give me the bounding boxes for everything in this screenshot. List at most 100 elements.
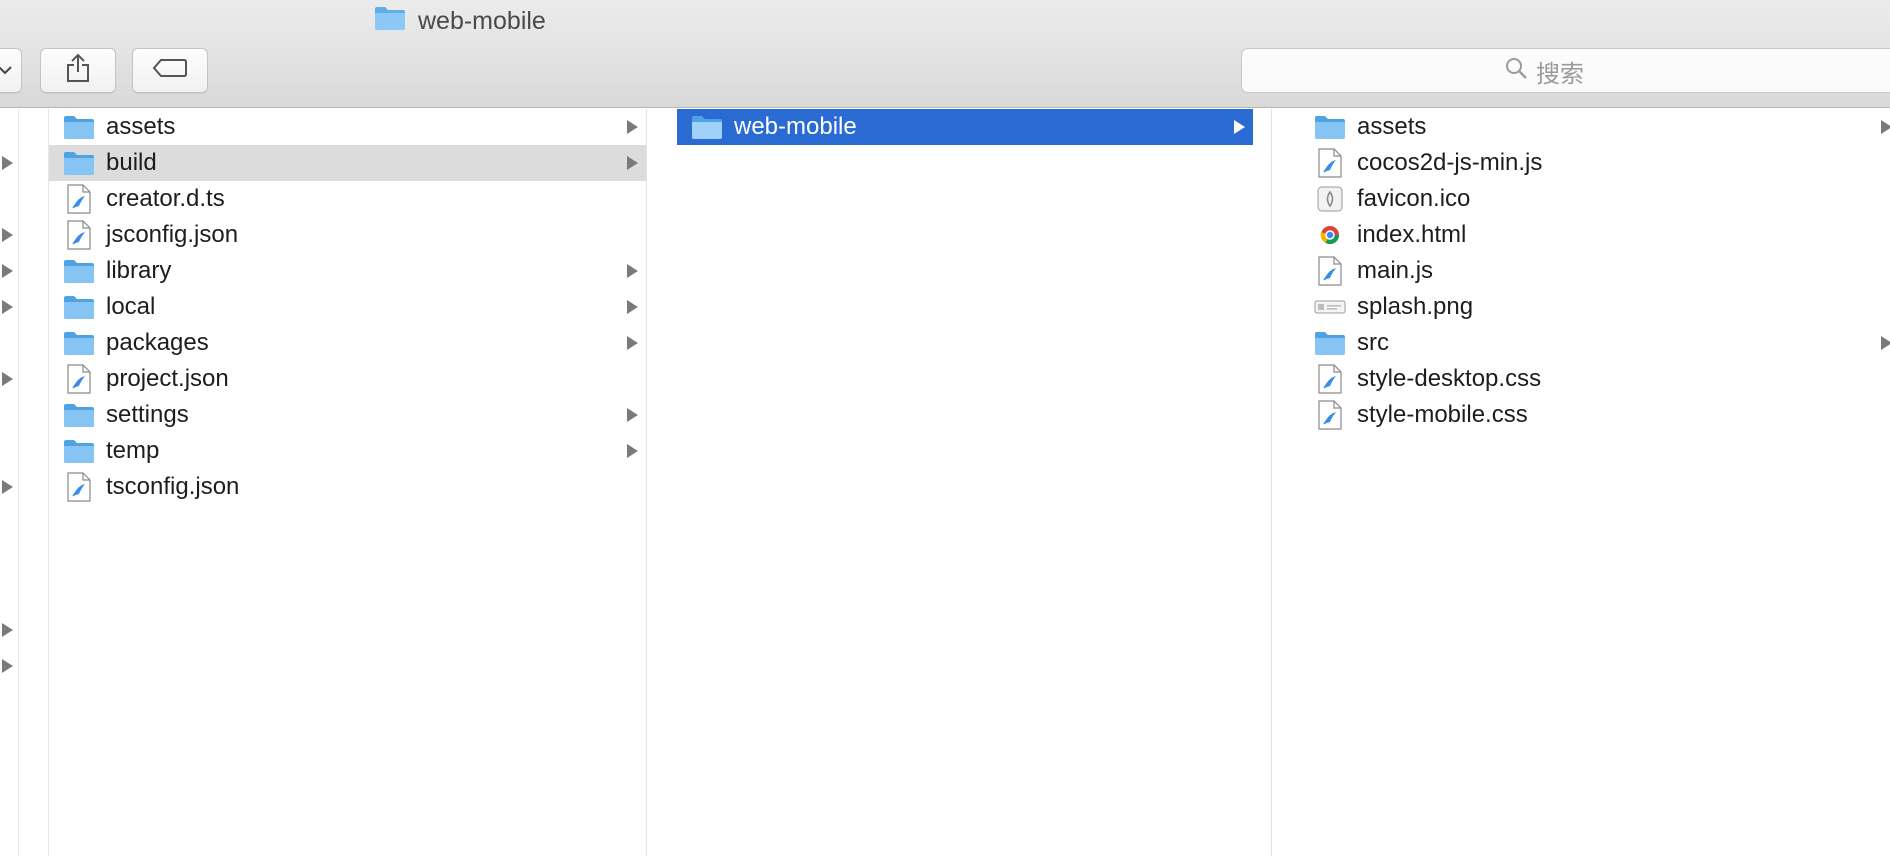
web-mobile-column: assets cocos2d-js-min.js favicon.ico index.… (1300, 109, 1890, 856)
disclosure-arrow-icon[interactable] (2, 480, 13, 494)
disclosure-arrow-icon[interactable] (2, 372, 13, 386)
file-name: main.js (1357, 257, 1434, 284)
file-row-temp[interactable]: temp (49, 433, 646, 469)
column-gap (1272, 109, 1300, 856)
file-name: local (106, 293, 156, 320)
file-row-web-mobile[interactable]: web-mobile (677, 109, 1253, 145)
script-file-icon (63, 472, 95, 502)
file-row-index-html[interactable]: index.html (1300, 217, 1890, 253)
folder-icon (1314, 112, 1346, 142)
disclosure-arrow-icon (627, 120, 638, 134)
file-row-assets[interactable]: assets (49, 109, 646, 145)
folder-icon (1314, 328, 1346, 358)
disclosure-arrow-icon (1881, 120, 1890, 134)
file-name: index.html (1357, 221, 1467, 248)
file-row-jsconfig-json[interactable]: jsconfig.json (49, 217, 646, 253)
disclosure-arrow-icon[interactable] (2, 228, 13, 242)
file-row-library[interactable]: library (49, 253, 646, 289)
chrome-icon (1314, 220, 1346, 250)
file-name: web-mobile (734, 113, 857, 140)
disclosure-arrow-icon (1234, 120, 1245, 134)
ico-file-icon (1314, 184, 1346, 214)
file-name: project.json (106, 365, 229, 392)
tag-icon (152, 58, 188, 83)
folder-icon (374, 5, 406, 38)
disclosure-arrow-icon[interactable] (2, 156, 13, 170)
share-icon (65, 53, 91, 88)
folder-icon (63, 112, 95, 142)
file-name: packages (106, 329, 209, 356)
script-file-icon (1314, 256, 1346, 286)
image-file-icon (1314, 292, 1346, 322)
file-row-main-js[interactable]: main.js (1300, 253, 1890, 289)
file-name: style-mobile.css (1357, 401, 1528, 428)
file-row-creator-d-ts[interactable]: creator.d.ts (49, 181, 646, 217)
file-row-project-json[interactable]: project.json (49, 361, 646, 397)
file-row-tsconfig-json[interactable]: tsconfig.json (49, 469, 646, 505)
file-name: library (106, 257, 172, 284)
file-row-settings[interactable]: settings (49, 397, 646, 433)
search-placeholder: 搜索 (1536, 61, 1584, 88)
file-row-style-mobile-css[interactable]: style-mobile.css (1300, 397, 1890, 433)
file-name: favicon.ico (1357, 185, 1471, 212)
file-name: assets (1357, 113, 1427, 140)
disclosure-arrow-icon (627, 336, 638, 350)
folder-icon (63, 436, 95, 466)
script-file-icon (1314, 364, 1346, 394)
folder-icon (63, 400, 95, 430)
folder-icon (691, 112, 723, 142)
script-file-icon (1314, 148, 1346, 178)
view-options-button[interactable] (0, 48, 22, 93)
disclosure-arrow-icon[interactable] (2, 264, 13, 278)
file-name: assets (106, 113, 176, 140)
disclosure-arrow-icon (627, 156, 638, 170)
file-row-favicon-ico[interactable]: favicon.ico (1300, 181, 1890, 217)
window-title: web-mobile (374, 6, 546, 36)
project-column: assets build creator.d.ts jsconfig.json libr… (49, 109, 647, 856)
file-name: build (106, 149, 157, 176)
search-icon (1504, 56, 1528, 87)
finder-toolbar: web-mobile 搜索 (0, 0, 1890, 108)
file-name: settings (106, 401, 189, 428)
file-name: style-desktop.css (1357, 365, 1542, 392)
share-button[interactable] (40, 48, 116, 93)
disclosure-arrow-icon[interactable] (2, 300, 13, 314)
file-row-cocos2d-js-min-js[interactable]: cocos2d-js-min.js (1300, 145, 1890, 181)
file-row-assets[interactable]: assets (1300, 109, 1890, 145)
folder-icon (63, 256, 95, 286)
disclosure-arrow-icon (627, 408, 638, 422)
file-row-splash-png[interactable]: splash.png (1300, 289, 1890, 325)
script-file-icon (63, 364, 95, 394)
folder-icon (63, 292, 95, 322)
window-title-label: web-mobile (418, 6, 546, 35)
folder-icon (63, 148, 95, 178)
file-row-packages[interactable]: packages (49, 325, 646, 361)
file-row-src[interactable]: src (1300, 325, 1890, 361)
file-row-local[interactable]: local (49, 289, 646, 325)
file-row-build[interactable]: build (49, 145, 646, 181)
file-name: cocos2d-js-min.js (1357, 149, 1543, 176)
disclosure-arrow-icon[interactable] (2, 623, 13, 637)
folder-icon (63, 328, 95, 358)
file-name: jsconfig.json (106, 221, 239, 248)
build-column: web-mobile (675, 109, 1272, 856)
tag-button[interactable] (132, 48, 208, 93)
file-name: tsconfig.json (106, 473, 240, 500)
disclosure-arrow-icon (1881, 336, 1890, 350)
chevron-down-icon (0, 62, 12, 80)
disclosure-arrow-icon (627, 264, 638, 278)
disclosure-arrow-icon (627, 444, 638, 458)
script-file-icon (63, 220, 95, 250)
script-file-icon (63, 184, 95, 214)
column-gap (647, 109, 675, 856)
file-name: temp (106, 437, 160, 464)
disclosure-arrow-icon[interactable] (2, 659, 13, 673)
previous-column (0, 109, 49, 856)
disclosure-arrow-icon (627, 300, 638, 314)
file-name: src (1357, 329, 1389, 356)
script-file-icon (1314, 400, 1346, 430)
file-row-style-desktop-css[interactable]: style-desktop.css (1300, 361, 1890, 397)
file-name: creator.d.ts (106, 185, 225, 212)
search-field[interactable]: 搜索 (1241, 48, 1890, 93)
file-name: splash.png (1357, 293, 1474, 320)
